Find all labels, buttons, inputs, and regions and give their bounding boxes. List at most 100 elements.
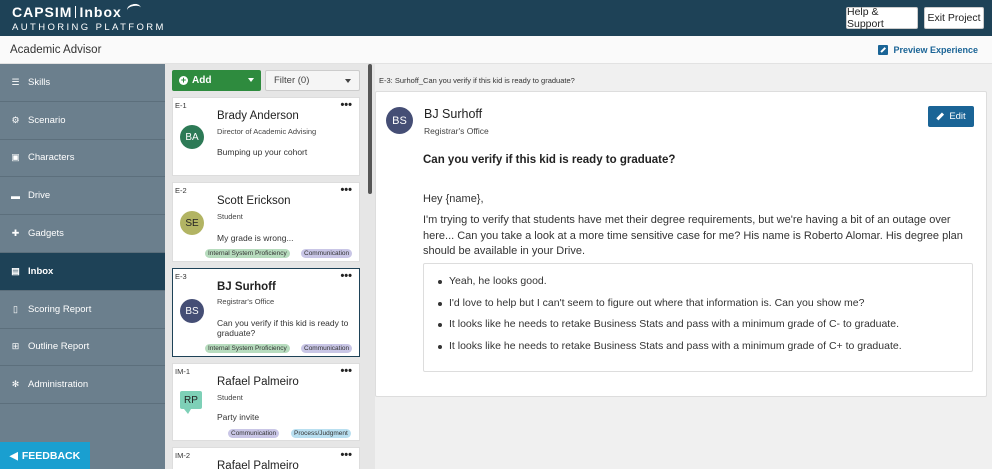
avatar: SE — [180, 211, 204, 235]
plus-icon: + — [179, 75, 188, 85]
more-options-icon[interactable]: ••• — [340, 450, 352, 461]
brand-divider — [75, 6, 77, 18]
filter-label: Filter (0) — [274, 75, 310, 86]
bullet-icon — [438, 301, 442, 306]
brand-logo: CAPSIM Inbox AUTHORING PLATFORM — [12, 2, 166, 33]
skill-tag: Communication — [301, 249, 353, 258]
project-header: Academic Advisor Preview Experience — [0, 36, 992, 64]
card-preview: Party invite — [217, 412, 260, 422]
sidebar-item-skills[interactable]: ☰ Skills — [0, 64, 165, 102]
sidebar-item-gadgets[interactable]: ✚ Gadgets — [0, 215, 165, 253]
message-card-e2[interactable]: E-2 ••• SE Scott Erickson Student My gra… — [172, 182, 360, 262]
message-subject: Can you verify if this kid is ready to g… — [423, 154, 676, 166]
sidebar-item-label: Characters — [28, 152, 75, 164]
gear-icon: ✻ — [11, 379, 20, 390]
external-preview-icon — [878, 45, 889, 55]
card-name: BJ Surhoff — [217, 281, 276, 293]
edit-label: Edit — [949, 111, 966, 122]
scenario-icon: ⚙ — [11, 114, 20, 125]
message-card-e3[interactable]: E-3 ••• BS BJ Surhoff Registrar's Office… — [172, 268, 360, 357]
message-body: I'm trying to verify that students have … — [423, 214, 963, 258]
sidebar-item-drive[interactable]: ▬ Drive — [0, 177, 165, 216]
feedback-button[interactable]: ◀ FEEDBACK — [0, 442, 90, 469]
message-card-im2[interactable]: IM-2 ••• Rafael Palmeiro — [172, 447, 360, 469]
sidebar-item-scenario[interactable]: ⚙ Scenario — [0, 102, 165, 140]
response-option[interactable]: It looks like he needs to retake Busines… — [438, 318, 972, 340]
sidebar-item-outline-report[interactable]: ⊞ Outline Report — [0, 329, 165, 367]
chevron-down-icon — [345, 79, 351, 83]
inbox-icon: ▤ — [11, 265, 20, 276]
brand-wordmark: CAPSIM Inbox — [12, 2, 166, 20]
avatar: RP — [180, 391, 202, 414]
card-id: IM-1 — [175, 367, 190, 376]
add-label: Add — [192, 75, 212, 86]
sidebar-item-label: Gadgets — [28, 228, 64, 240]
sidebar-item-label: Outline Report — [28, 341, 90, 353]
pencil-icon — [936, 112, 945, 121]
megaphone-icon: ◀ — [9, 449, 18, 462]
filter-dropdown[interactable]: Filter (0) — [265, 70, 360, 91]
skill-tag: Internal System Proficiency — [205, 249, 290, 258]
sidebar-item-label: Skills — [28, 76, 51, 88]
folder-icon: ▬ — [11, 190, 20, 201]
exit-project-button[interactable]: Exit Project — [924, 7, 984, 29]
skill-tag: Internal System Proficiency — [205, 344, 290, 353]
message-list: + Add Filter (0) E-1 ••• BA Brady Anders… — [165, 64, 368, 469]
response-options: Yeah, he looks good. I'd love to help bu… — [423, 263, 973, 372]
sidebar-item-label: Inbox — [28, 265, 54, 277]
feedback-label: FEEDBACK — [21, 449, 81, 462]
preview-experience-label: Preview Experience — [893, 45, 978, 55]
avatar: BS — [386, 107, 413, 134]
message-greeting: Hey {name}, — [423, 193, 484, 205]
message-card-im1[interactable]: IM-1 ••• RP Rafael Palmeiro Student Part… — [172, 363, 360, 441]
card-name: Brady Anderson — [217, 110, 299, 122]
card-preview: Can you verify if this kid is ready to g… — [217, 318, 349, 339]
more-options-icon[interactable]: ••• — [340, 271, 352, 282]
list-scrollbar[interactable] — [368, 64, 375, 469]
more-options-icon[interactable]: ••• — [340, 366, 352, 377]
preview-experience-link[interactable]: Preview Experience — [878, 45, 978, 55]
response-option[interactable]: Yeah, he looks good. — [438, 275, 972, 297]
sidebar-item-administration[interactable]: ✻ Administration — [0, 366, 165, 405]
response-option-text: It looks like he needs to retake Busines… — [449, 318, 899, 330]
project-title: Academic Advisor — [10, 44, 102, 56]
edit-button[interactable]: Edit — [928, 106, 974, 127]
swoosh-icon — [126, 2, 142, 16]
add-button[interactable]: + Add — [172, 70, 261, 91]
brand-part2: Inbox — [79, 4, 122, 20]
sender-name: BJ Surhoff — [424, 107, 483, 121]
skill-tag: Communication — [228, 429, 280, 438]
sidebar-item-label: Drive — [28, 190, 51, 202]
bullet-icon — [438, 280, 442, 284]
scrollbar-thumb[interactable] — [368, 64, 372, 194]
message-detail-panel: BS BJ Surhoff Registrar's Office Edit Ca… — [375, 91, 987, 397]
more-options-icon[interactable]: ••• — [340, 100, 352, 111]
sidebar-item-label: Administration — [28, 379, 89, 391]
message-breadcrumb: E-3: Surhoff_Can you verify if this kid … — [379, 76, 575, 85]
bullet-icon — [438, 323, 442, 327]
id-card-icon: ▣ — [11, 152, 20, 163]
sidebar-item-characters[interactable]: ▣ Characters — [0, 140, 165, 178]
card-preview: My grade is wrong... — [217, 233, 294, 243]
card-name: Scott Erickson — [217, 195, 291, 207]
sidebar-item-inbox[interactable]: ▤ Inbox — [0, 252, 165, 291]
skill-tag: Communication — [301, 344, 353, 353]
sidebar-item-scoring-report[interactable]: ▯ Scoring Report — [0, 291, 165, 329]
skill-tag: Process/Judgment — [291, 429, 351, 438]
message-card-e1[interactable]: E-1 ••• BA Brady Anderson Director of Ac… — [172, 97, 360, 176]
card-name: Rafael Palmeiro — [217, 460, 299, 469]
card-id: E-2 — [175, 186, 187, 195]
sidebar-item-label: Scenario — [28, 114, 66, 126]
avatar: BS — [180, 299, 204, 323]
more-options-icon[interactable]: ••• — [340, 185, 352, 196]
help-support-button[interactable]: Help & Support — [846, 6, 918, 30]
card-role: Registrar's Office — [217, 297, 275, 306]
card-id: E-3 — [175, 272, 187, 281]
document-icon: ▯ — [13, 303, 18, 314]
top-bar: CAPSIM Inbox AUTHORING PLATFORM Help & S… — [0, 0, 992, 36]
sitemap-icon: ⊞ — [11, 341, 20, 352]
avatar: BA — [180, 125, 204, 149]
sender-role: Registrar's Office — [424, 126, 489, 136]
response-option[interactable]: It looks like he needs to retake Busines… — [438, 340, 972, 362]
response-option[interactable]: I'd love to help but I can't seem to fig… — [438, 297, 972, 319]
